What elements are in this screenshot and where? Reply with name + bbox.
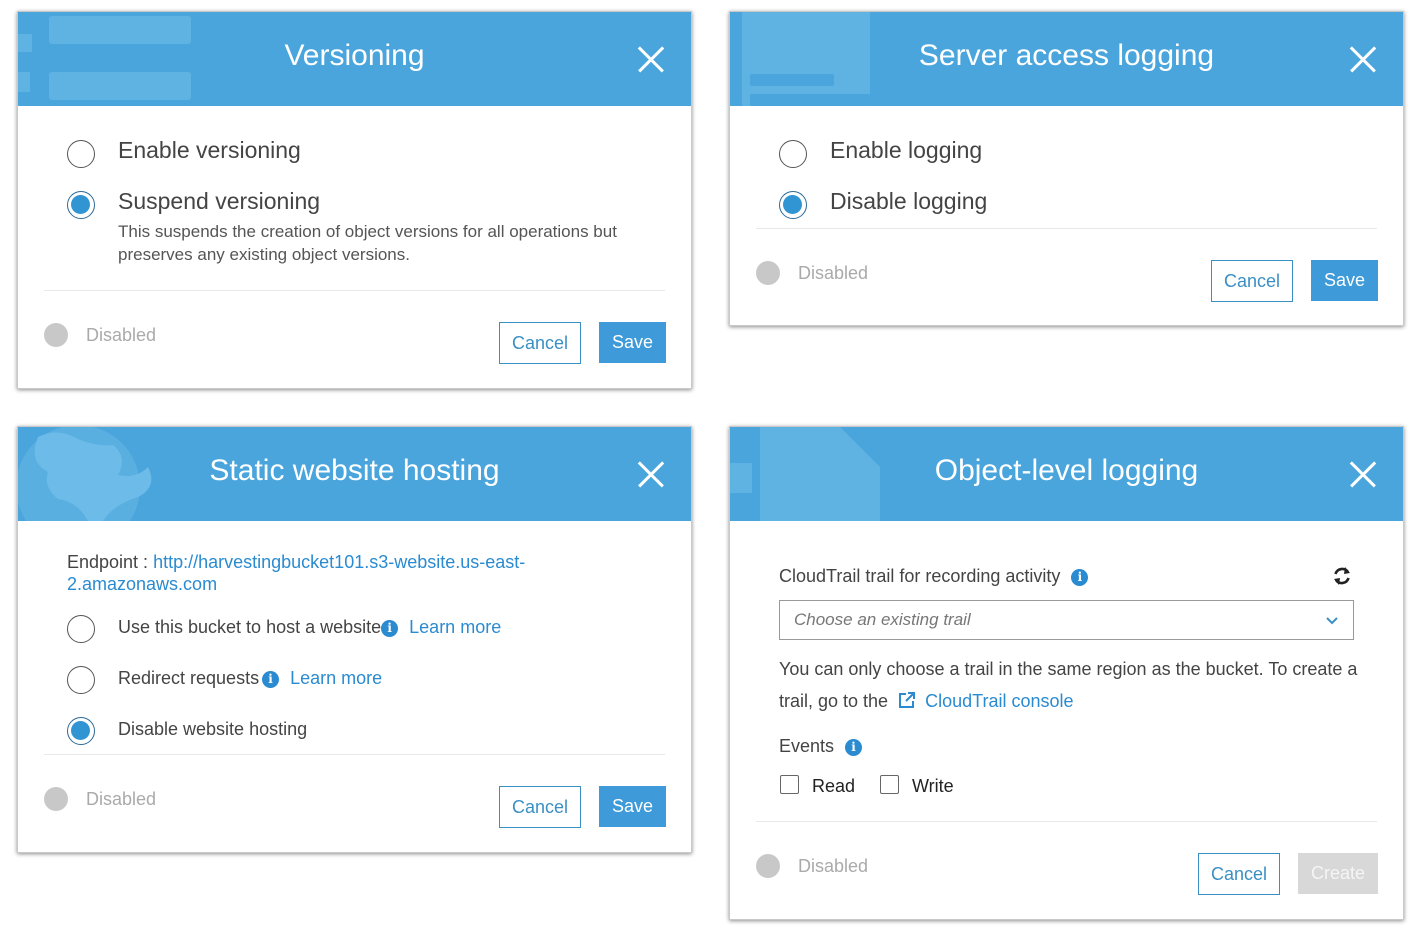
cancel-button[interactable]: Cancel bbox=[1198, 853, 1280, 895]
modal-header: Server access logging bbox=[730, 12, 1403, 106]
info-icon[interactable]: i bbox=[381, 620, 399, 637]
cloudtrail-console-link[interactable]: CloudTrail console bbox=[925, 691, 1073, 711]
trail-label: CloudTrail trail for recording activity bbox=[779, 566, 1061, 586]
modal-title: Static website hosting bbox=[209, 454, 500, 487]
divider bbox=[756, 228, 1377, 229]
modal-header: Static website hosting bbox=[18, 427, 691, 521]
save-button[interactable]: Save bbox=[599, 322, 666, 363]
info-icon[interactable]: i bbox=[845, 739, 863, 756]
events-label: Events bbox=[779, 736, 835, 756]
chevron-down-icon bbox=[1326, 617, 1338, 625]
static-hosting-modal: Static website hosting Endpoint : http:/… bbox=[17, 426, 692, 853]
status-indicator bbox=[756, 854, 780, 878]
learn-more-link[interactable]: Learn more bbox=[409, 617, 501, 637]
divider bbox=[44, 290, 665, 291]
status-indicator bbox=[44, 323, 68, 347]
trail-select[interactable]: Choose an existing trail bbox=[779, 600, 1354, 640]
read-label: Read bbox=[812, 776, 856, 796]
create-button: Create bbox=[1298, 853, 1378, 894]
modal-title: Object-level logging bbox=[934, 454, 1199, 487]
suspend-versioning-radio[interactable] bbox=[67, 191, 95, 219]
enable-logging-label: Enable logging bbox=[830, 137, 983, 163]
status-text: Disabled bbox=[86, 789, 157, 809]
modal-header: Versioning bbox=[18, 12, 691, 106]
status-indicator bbox=[756, 261, 780, 285]
divider bbox=[44, 754, 665, 755]
object-logging-modal: Object-level logging CloudTrail trail fo… bbox=[729, 426, 1404, 920]
disable-logging-label: Disable logging bbox=[830, 188, 988, 214]
external-link-icon bbox=[899, 692, 916, 708]
close-icon[interactable] bbox=[637, 45, 665, 73]
help-text-line2: trail, go to the CloudTrail console bbox=[779, 691, 1074, 712]
enable-versioning-radio[interactable] bbox=[67, 140, 95, 168]
endpoint-prefix: Endpoint : bbox=[67, 552, 149, 572]
close-icon[interactable] bbox=[637, 460, 665, 488]
close-icon[interactable] bbox=[1349, 45, 1377, 73]
close-icon[interactable] bbox=[1349, 460, 1377, 488]
endpoint-url[interactable]: http://harvestingbucket101.s3-website.us… bbox=[153, 552, 525, 572]
status-text: Disabled bbox=[798, 856, 869, 876]
modal-title: Server access logging bbox=[918, 39, 1215, 72]
cancel-button[interactable]: Cancel bbox=[1211, 260, 1293, 302]
trail-select-placeholder: Choose an existing trail bbox=[794, 610, 971, 629]
save-button[interactable]: Save bbox=[1311, 260, 1378, 301]
disable-logging-radio[interactable] bbox=[779, 191, 807, 219]
redirect-requests-radio[interactable] bbox=[67, 666, 95, 694]
write-checkbox[interactable] bbox=[880, 775, 899, 794]
host-website-option: Use this bucket to host a website i Learn… bbox=[118, 617, 501, 638]
write-label: Write bbox=[912, 776, 954, 796]
cancel-button[interactable]: Cancel bbox=[499, 322, 581, 364]
enable-logging-radio[interactable] bbox=[779, 140, 807, 168]
read-checkbox[interactable] bbox=[780, 775, 799, 794]
redirect-requests-option: Redirect requests i Learn more bbox=[118, 668, 382, 689]
disable-hosting-label: Disable website hosting bbox=[118, 719, 308, 739]
info-icon[interactable]: i bbox=[1071, 569, 1089, 586]
endpoint-label: Endpoint : http://harvestingbucket101.s3… bbox=[67, 552, 525, 573]
disable-hosting-radio[interactable] bbox=[67, 717, 95, 745]
help-text-prefix: trail, go to the bbox=[779, 691, 889, 711]
refresh-icon[interactable] bbox=[1332, 566, 1352, 586]
enable-versioning-label: Enable versioning bbox=[118, 137, 301, 163]
cancel-button[interactable]: Cancel bbox=[499, 786, 581, 828]
info-icon[interactable]: i bbox=[262, 671, 280, 688]
status-text: Disabled bbox=[86, 325, 157, 345]
redirect-requests-label: Redirect requests bbox=[118, 668, 260, 688]
host-website-label: Use this bucket to host a website bbox=[118, 617, 382, 637]
status-indicator bbox=[44, 787, 68, 811]
versioning-modal: Versioning Enable versioning Suspend ver… bbox=[17, 11, 692, 389]
suspend-versioning-label: Suspend versioning bbox=[118, 188, 321, 214]
divider bbox=[756, 821, 1377, 822]
status-text: Disabled bbox=[798, 263, 869, 283]
learn-more-link[interactable]: Learn more bbox=[290, 668, 382, 688]
endpoint-url-line2[interactable]: 2.amazonaws.com bbox=[67, 574, 217, 595]
help-text-line1: You can only choose a trail in the same … bbox=[779, 659, 1358, 679]
host-website-radio[interactable] bbox=[67, 615, 95, 643]
save-button[interactable]: Save bbox=[599, 786, 666, 827]
suspend-description: This suspends the creation of object ver… bbox=[118, 222, 617, 264]
trail-label-row: CloudTrail trail for recording activity … bbox=[779, 566, 1089, 587]
server-logging-modal: Server access logging Enable logging Dis… bbox=[729, 11, 1404, 326]
modal-title: Versioning bbox=[284, 39, 425, 72]
events-label-row: Events i bbox=[779, 736, 863, 757]
modal-header: Object-level logging bbox=[730, 427, 1403, 521]
